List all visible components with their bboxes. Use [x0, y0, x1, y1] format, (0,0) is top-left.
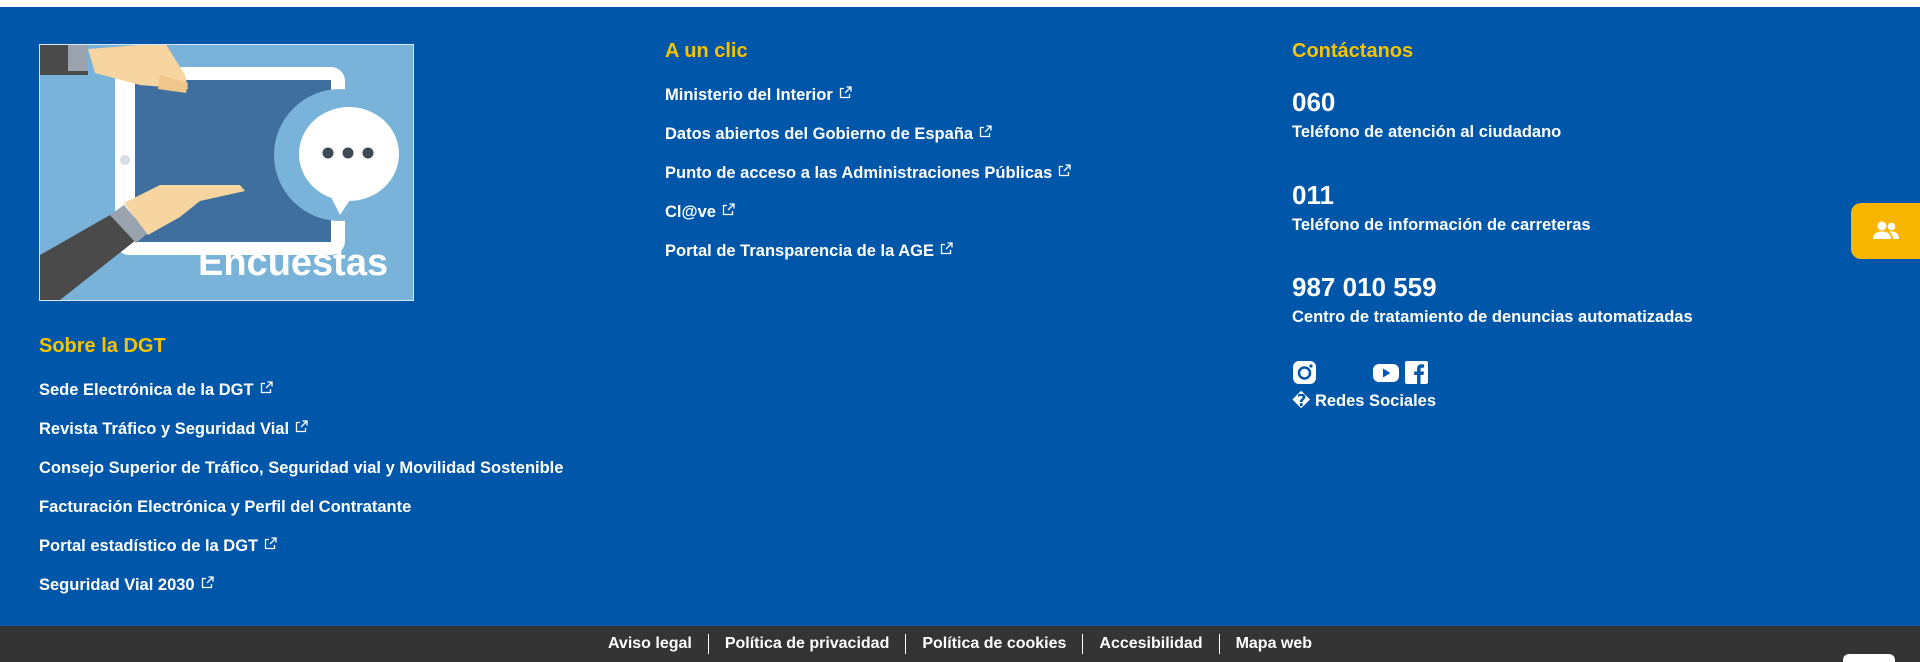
list-item: Datos abiertos del Gobierno de España: [665, 122, 1071, 161]
external-link-icon: [260, 380, 273, 393]
scroll-top-button[interactable]: [1843, 654, 1895, 662]
phone-description: Teléfono de atención al ciudadano: [1292, 123, 1562, 141]
contacto-heading: Contáctanos: [1292, 40, 1414, 62]
legal-nav: Aviso legal Política de privacidad Polític…: [0, 626, 1920, 662]
a-un-clic-link[interactable]: Datos abiertos del Gobierno de España: [665, 122, 992, 146]
link-label: Consejo Superior de Tráfico, Seguridad v…: [39, 459, 564, 477]
link-label: Revista Tráfico y Seguridad Vial: [39, 420, 290, 438]
external-link-icon: [201, 575, 214, 588]
list-item: Revista Tráfico y Seguridad Vial: [39, 417, 563, 456]
list-item: Facturación Electrónica y Perfil del Con…: [39, 495, 563, 534]
phone-number[interactable]: 060: [1292, 86, 1561, 118]
external-link-icon: [264, 536, 277, 549]
list-item: Cl@ve: [665, 200, 1071, 239]
site-footer: Encuestas Sobre la DGT Sede Electrónica …: [0, 7, 1920, 626]
instagram-icon[interactable]: [1292, 360, 1317, 385]
twitter-icon[interactable]: [1327, 360, 1352, 385]
legal-link[interactable]: Mapa web: [1220, 634, 1328, 654]
redes-sociales-label: � Redes Sociales: [1292, 392, 1437, 410]
legal-link[interactable]: Accesibilidad: [1083, 634, 1218, 654]
phone-block: 011 Teléfono de información de carretera…: [1292, 179, 1591, 237]
link-label: Ministerio del Interior: [665, 86, 833, 104]
list-item: Portal de Transparencia de la AGE: [665, 239, 1071, 278]
list-item: Ministerio del Interior: [665, 83, 1071, 122]
phone-description: Centro de tratamiento de denuncias autom…: [1292, 308, 1693, 326]
legal-link[interactable]: Política de privacidad: [709, 634, 906, 654]
sobre-link[interactable]: Consejo Superior de Tráfico, Seguridad v…: [39, 456, 563, 480]
legal-link[interactable]: Política de cookies: [906, 634, 1082, 654]
list-item: Punto de acceso a las Administraciones P…: [665, 161, 1071, 200]
sobre-link[interactable]: Revista Tráfico y Seguridad Vial: [39, 417, 308, 441]
survey-banner[interactable]: Encuestas: [39, 44, 414, 301]
link-label: Cl@ve: [665, 203, 716, 221]
list-item: Seguridad Vial 2030: [39, 573, 563, 612]
phone-block: 987 010 559 Centro de tratamiento de den…: [1292, 271, 1693, 329]
link-label: Punto de acceso a las Administraciones P…: [665, 164, 1053, 182]
external-link-icon: [722, 202, 735, 215]
a-un-clic-link[interactable]: Punto de acceso a las Administraciones P…: [665, 161, 1071, 185]
youtube-icon[interactable]: [1372, 360, 1400, 385]
a-un-clic-heading: A un clic: [665, 40, 748, 62]
link-label: Sede Electrónica de la DGT: [39, 381, 254, 399]
phone-description: Teléfono de información de carreteras: [1292, 216, 1591, 234]
external-link-icon: [839, 85, 852, 98]
phone-block: 060 Teléfono de atención al ciudadano: [1292, 86, 1561, 144]
users-icon: [1872, 221, 1899, 239]
link-label: Portal de Transparencia de la AGE: [665, 242, 934, 260]
a-un-clic-link-list: Ministerio del Interior Datos abiertos de…: [665, 83, 1071, 278]
link-label: Seguridad Vial 2030: [39, 576, 195, 594]
legal-bar: Aviso legal Política de privacidad Polític…: [0, 626, 1920, 662]
survey-banner-text: Encuestas: [198, 242, 388, 284]
link-label: Facturación Electrónica y Perfil del Con…: [39, 498, 412, 516]
sobre-link-list: Sede Electrónica de la DGT Revista Tráfic…: [39, 378, 563, 612]
legal-link[interactable]: Aviso legal: [592, 634, 708, 654]
external-link-icon: [979, 124, 992, 137]
list-item: Sede Electrónica de la DGT: [39, 378, 563, 417]
a-un-clic-link[interactable]: Cl@ve: [665, 200, 735, 224]
sobre-link[interactable]: Sede Electrónica de la DGT: [39, 378, 273, 402]
external-link-icon: [1059, 163, 1071, 176]
facebook-icon[interactable]: [1404, 360, 1429, 385]
sobre-link[interactable]: Portal estadístico de la DGT: [39, 534, 277, 558]
link-label: Portal estadístico de la DGT: [39, 537, 259, 555]
social-links: [1292, 360, 1429, 385]
phone-number[interactable]: 011: [1292, 179, 1591, 211]
sobre-heading: Sobre la DGT: [39, 335, 166, 357]
phone-number[interactable]: 987 010 559: [1292, 271, 1693, 303]
sobre-link[interactable]: Facturación Electrónica y Perfil del Con…: [39, 495, 411, 519]
list-item: Consejo Superior de Tráfico, Seguridad v…: [39, 456, 563, 495]
external-link-icon: [940, 241, 953, 254]
list-item: Portal estadístico de la DGT: [39, 534, 563, 573]
survey-illustration: Encuestas: [40, 45, 413, 300]
link-label: Datos abiertos del Gobierno de España: [665, 125, 974, 143]
a-un-clic-link[interactable]: Ministerio del Interior: [665, 83, 852, 107]
external-link-icon: [295, 419, 308, 432]
accessibility-users-button[interactable]: [1851, 203, 1920, 259]
a-un-clic-link[interactable]: Portal de Transparencia de la AGE: [665, 239, 953, 263]
sobre-link[interactable]: Seguridad Vial 2030: [39, 573, 214, 597]
